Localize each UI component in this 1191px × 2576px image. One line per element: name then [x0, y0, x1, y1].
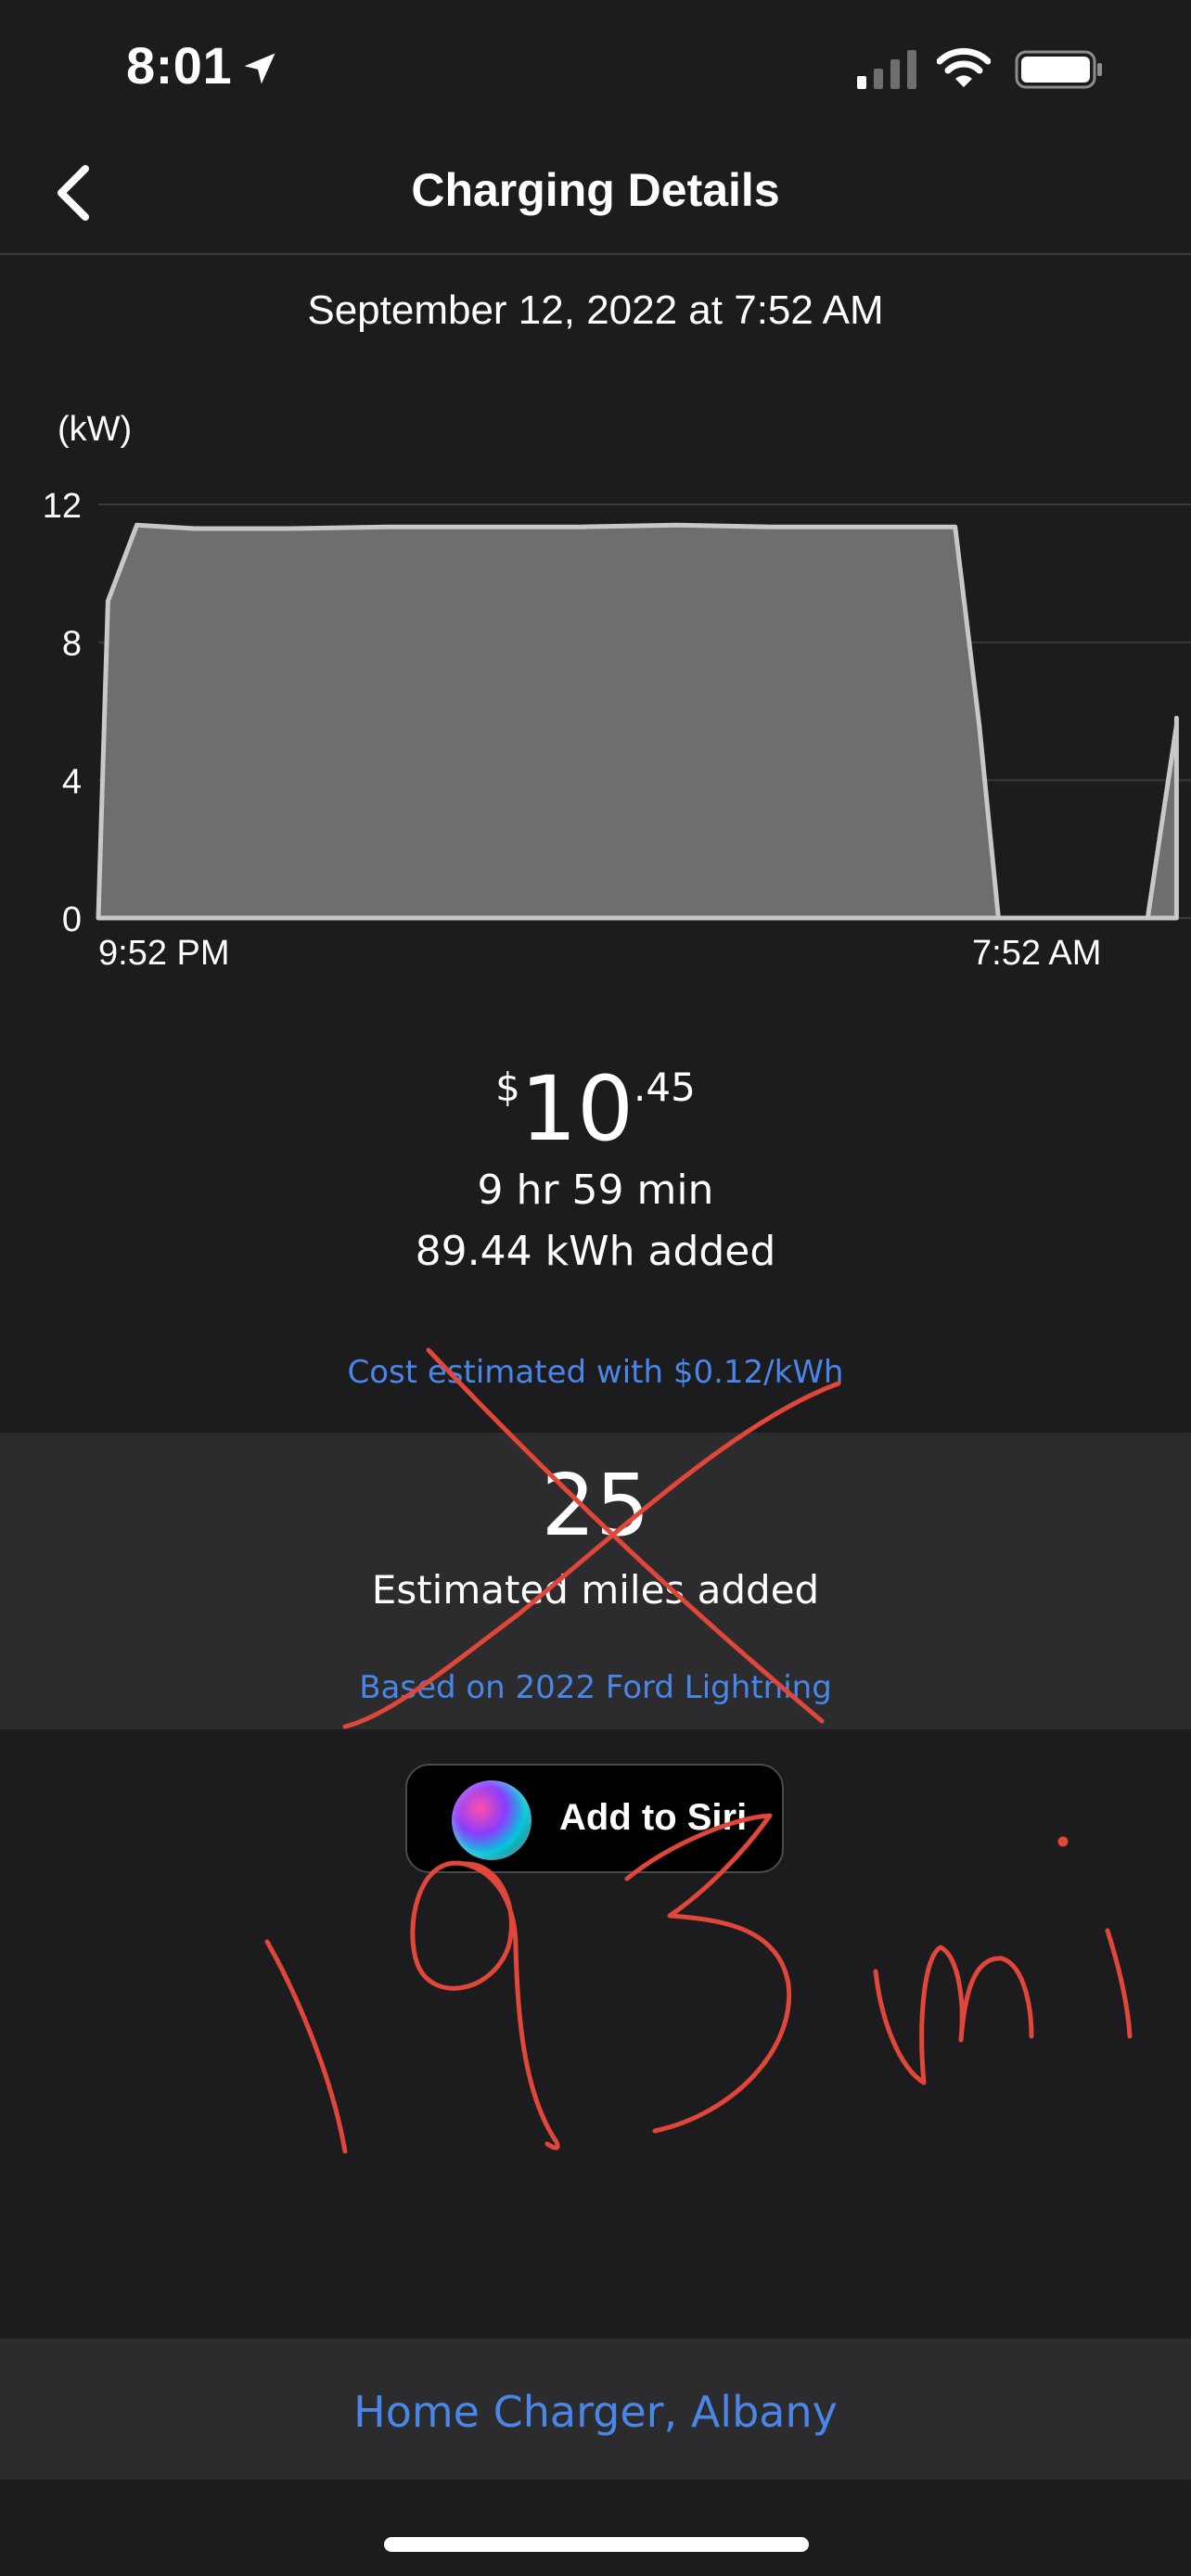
miles-added-value: 25 — [541, 1456, 650, 1555]
handwritten-9 — [410, 1860, 560, 2150]
price-cents: .45 — [634, 1065, 696, 1110]
y-axis-label: (kW) — [58, 410, 132, 449]
y-tick-label: 0 — [62, 900, 82, 939]
handwritten-1 — [264, 1939, 348, 2154]
siri-button-label: Add to Siri — [559, 1797, 748, 1838]
handwritten-m — [873, 1945, 1034, 2085]
charge-duration: 9 hr 59 min — [477, 1167, 714, 1214]
y-tick-label: 12 — [43, 487, 82, 526]
vehicle-link[interactable]: Based on 2022 Ford Lightning — [0, 1669, 1191, 1706]
nav-divider — [0, 253, 1191, 255]
x-tick-label: 7:52 AM — [972, 934, 1101, 973]
wifi-icon — [937, 47, 991, 87]
energy-added: 89.44 kWh added — [415, 1228, 776, 1275]
handwritten-i — [1105, 1928, 1133, 2039]
x-tick-label: 9:52 PM — [98, 934, 230, 973]
add-to-siri-button[interactable]: Add to Siri — [405, 1764, 784, 1873]
miles-added-label: Estimated miles added — [371, 1567, 820, 1613]
power-area — [96, 522, 1179, 921]
price-whole: 10 — [519, 1057, 634, 1161]
y-axis-ticks: 0 4 8 12 — [43, 487, 82, 939]
cost-total: $10.45 — [0, 1057, 1191, 1161]
price-symbol: $ — [495, 1065, 520, 1110]
session-date: September 12, 2022 at 7:52 AM — [307, 287, 884, 333]
cellular-signal-icon — [857, 50, 916, 89]
cost-rate-link[interactable]: Cost estimated with $0.12/kWh — [0, 1354, 1191, 1391]
handwritten-i-dot — [1057, 1836, 1069, 1847]
home-indicator[interactable] — [384, 2537, 809, 2552]
power-chart: (kW) 0 4 8 12 9:52 PM 7:52 AM — [43, 410, 1191, 973]
battery-icon — [1015, 50, 1102, 89]
x-axis-ticks: 9:52 PM 7:52 AM — [98, 934, 1101, 973]
siri-orb-icon — [452, 1780, 531, 1860]
charger-location-link[interactable]: Home Charger, Albany — [0, 2387, 1191, 2437]
page-title: Charging Details — [411, 164, 780, 216]
y-tick-label: 4 — [62, 762, 82, 801]
status-time: 8:01 — [126, 36, 233, 95]
y-tick-label: 8 — [62, 625, 82, 664]
location-arrow-icon — [244, 53, 275, 84]
handwritten-annotation — [264, 1347, 1133, 2154]
